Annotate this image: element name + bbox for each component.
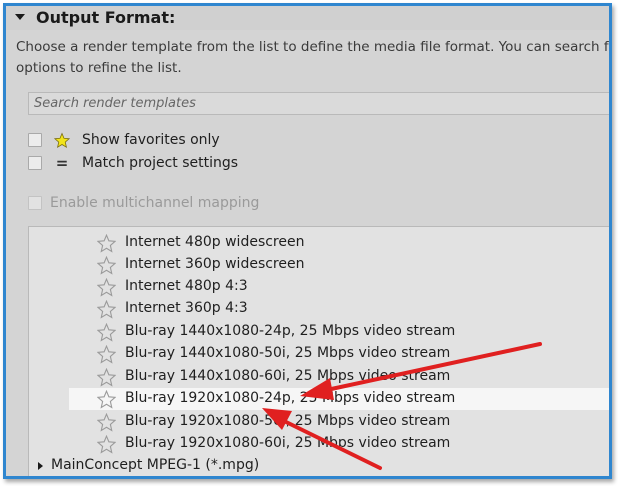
section-description: Choose a render template from the list t… <box>16 37 612 79</box>
match-project-checkbox[interactable] <box>28 156 42 170</box>
section-title: Output Format: <box>36 8 176 27</box>
template-label: Internet 360p widescreen <box>125 256 305 272</box>
template-item[interactable]: Internet 480p widescreen <box>29 232 609 254</box>
show-favorites-option[interactable]: Show favorites only <box>28 130 220 150</box>
template-item-selected[interactable]: Blu-ray 1920x1080-24p, 25 Mbps video str… <box>69 388 609 410</box>
match-project-option[interactable]: = Match project settings <box>28 153 238 173</box>
collapse-arrow-icon[interactable] <box>15 14 25 20</box>
template-item[interactable]: Blu-ray 1440x1080-60i, 25 Mbps video str… <box>29 366 609 388</box>
template-item[interactable]: Internet 480p 4:3 <box>29 276 609 298</box>
description-line-1: Choose a render template from the list t… <box>16 39 612 55</box>
section-header[interactable]: Output Format: <box>6 6 609 30</box>
template-label: Blu-ray 1440x1080-50i, 25 Mbps video str… <box>125 345 451 361</box>
template-label: Blu-ray 1920x1080-24p, 25 Mbps video str… <box>125 390 456 406</box>
star-outline-icon[interactable] <box>97 390 116 409</box>
star-outline-icon[interactable] <box>97 368 116 387</box>
template-group-row[interactable]: MainConcept MPEG-1 (*.mpg) <box>29 455 609 476</box>
description-line-2: options to refine the list. <box>16 60 182 76</box>
template-label: Blu-ray 1920x1080-60i, 25 Mbps video str… <box>125 435 451 451</box>
template-item[interactable]: Internet 360p widescreen <box>29 254 609 276</box>
show-favorites-label: Show favorites only <box>82 132 220 148</box>
multichannel-label: Enable multichannel mapping <box>50 195 260 211</box>
template-item[interactable]: Blu-ray 1920x1080-60i, 25 Mbps video str… <box>29 433 609 455</box>
template-item[interactable]: Internet 360p 4:3 <box>29 298 609 320</box>
equals-icon: = <box>55 154 69 172</box>
star-outline-icon[interactable] <box>97 345 116 364</box>
show-favorites-checkbox[interactable] <box>28 133 42 147</box>
template-label: Internet 480p 4:3 <box>125 278 248 294</box>
template-label: Blu-ray 1440x1080-24p, 25 Mbps video str… <box>125 323 456 339</box>
template-item[interactable]: Blu-ray 1920x1080-50i, 25 Mbps video str… <box>29 411 609 433</box>
template-group-label: MainConcept MPEG-1 (*.mpg) <box>51 457 260 473</box>
star-outline-icon[interactable] <box>97 234 116 253</box>
template-label: Blu-ray 1440x1080-60i, 25 Mbps video str… <box>125 368 451 384</box>
search-input[interactable] <box>28 92 609 115</box>
star-outline-icon[interactable] <box>97 413 116 432</box>
multichannel-checkbox <box>28 196 42 210</box>
star-outline-icon[interactable] <box>97 435 116 454</box>
expand-arrow-icon[interactable] <box>38 462 43 470</box>
output-format-panel: Output Format: Choose a render template … <box>3 3 612 479</box>
star-outline-icon[interactable] <box>97 256 116 275</box>
template-list[interactable]: Internet 480p widescreen Internet 360p w… <box>28 226 609 476</box>
multichannel-option: Enable multichannel mapping <box>28 193 259 213</box>
star-outline-icon[interactable] <box>97 278 116 297</box>
template-label: Blu-ray 1920x1080-50i, 25 Mbps video str… <box>125 413 451 429</box>
star-outline-icon[interactable] <box>97 300 116 319</box>
template-item[interactable]: Blu-ray 1440x1080-24p, 25 Mbps video str… <box>29 321 609 343</box>
match-project-label: Match project settings <box>82 155 239 171</box>
star-filled-icon <box>54 131 70 148</box>
star-outline-icon[interactable] <box>97 323 116 342</box>
template-label: Internet 480p widescreen <box>125 234 305 250</box>
template-label: Internet 360p 4:3 <box>125 300 248 316</box>
template-item[interactable]: Blu-ray 1440x1080-50i, 25 Mbps video str… <box>29 343 609 365</box>
